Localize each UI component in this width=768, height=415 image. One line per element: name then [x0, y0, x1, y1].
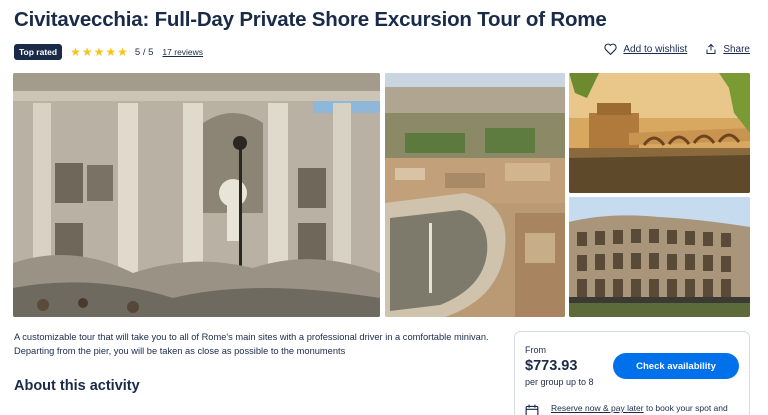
share-icon — [706, 43, 716, 54]
star-icon: ★ — [70, 45, 81, 59]
about-heading: About this activity — [14, 378, 140, 394]
reserve-link[interactable]: Reserve now & pay later — [551, 403, 644, 413]
star-icon: ★ — [93, 45, 105, 59]
calendar-icon — [525, 404, 539, 415]
activity-description: A customizable tour that will take you t… — [14, 332, 489, 356]
check-availability-button[interactable]: Check availability — [613, 353, 739, 379]
reserve-info: Reserve now & pay later to book your spo… — [525, 403, 728, 415]
share-label: Share — [723, 43, 750, 55]
castel-sant-angelo-image — [569, 73, 750, 193]
page-title: Civitavecchia: Full-Day Private Shore Ex… — [14, 8, 607, 31]
reviews-link[interactable]: 17 reviews — [162, 47, 203, 57]
colosseum-image — [569, 197, 750, 317]
star-icon: ★ — [81, 45, 93, 59]
add-to-wishlist-button[interactable]: Add to wishlist — [604, 43, 687, 55]
photo-castel-sant-angelo[interactable] — [569, 73, 750, 193]
trevi-fountain-image — [13, 73, 380, 317]
photo-colosseum[interactable] — [569, 197, 750, 317]
top-rated-badge: Top rated — [14, 44, 63, 60]
from-label: From — [525, 345, 546, 355]
price: $773.93 — [525, 358, 578, 374]
group-size-label: per group up to 8 — [525, 377, 594, 387]
photo-gallery — [13, 73, 750, 317]
page-actions: Add to wishlist Share — [586, 43, 750, 55]
rating-value: 5 / 5 — [134, 46, 154, 58]
photo-st-peters-square[interactable] — [385, 73, 565, 317]
wishlist-label: Add to wishlist — [623, 43, 688, 55]
star-icon: ★ — [117, 45, 128, 59]
photo-trevi-fountain[interactable] — [13, 73, 380, 317]
star-rating: ★ ★ ★ ★ ★ — [70, 46, 129, 58]
share-button[interactable]: Share — [705, 43, 750, 55]
booking-card: From $773.93 per group up to 8 Check ava… — [514, 331, 750, 415]
reserve-text: to book your spot and — [643, 403, 728, 413]
rating-row: Top rated ★ ★ ★ ★ ★ 5 / 5 17 reviews — [14, 44, 203, 60]
st-peters-square-image — [385, 73, 565, 317]
star-icon: ★ — [105, 45, 117, 59]
heart-icon — [604, 43, 618, 55]
